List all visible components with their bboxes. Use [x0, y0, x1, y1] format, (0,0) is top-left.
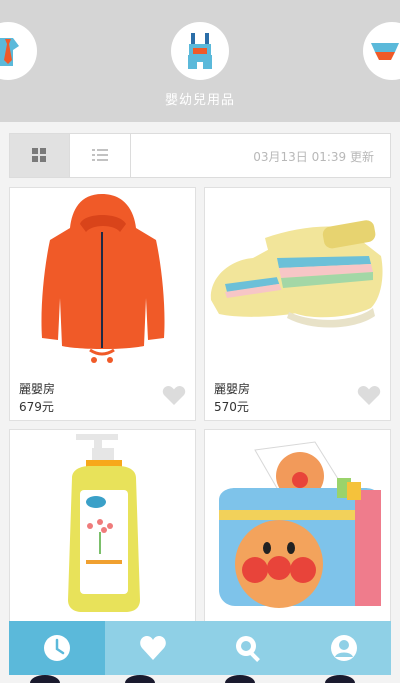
- category-header: 嬰幼兒用品: [0, 0, 400, 122]
- favorite-heart-icon[interactable]: [162, 386, 186, 406]
- category-baby-button[interactable]: [171, 22, 229, 80]
- search-icon: [236, 636, 260, 662]
- product-image-toy: [219, 441, 381, 608]
- peek-image: [325, 675, 355, 683]
- product-image-jacket: [41, 194, 165, 363]
- product-card[interactable]: 麗嬰房 570元: [204, 187, 391, 421]
- peek-image: [125, 675, 155, 683]
- user-icon: [330, 635, 357, 661]
- list-view-button[interactable]: [70, 134, 131, 177]
- nav-profile[interactable]: [296, 621, 392, 675]
- product-price: 679元: [19, 400, 54, 414]
- product-card[interactable]: [9, 429, 196, 629]
- nav-favorites[interactable]: [105, 621, 201, 675]
- overalls-icon: [188, 33, 212, 69]
- grid-view-icon: [32, 148, 46, 162]
- category-kitchen-button[interactable]: [363, 22, 400, 80]
- category-title: 嬰幼兒用品: [164, 93, 235, 108]
- app-screen: 嬰幼兒用品 03月13日 01:39 更新 麗嬰房 679元 麗嬰房 570元: [0, 0, 400, 683]
- update-timestamp: 03月13日 01:39 更新: [253, 150, 374, 164]
- product-card[interactable]: [204, 429, 391, 629]
- product-image-shampoo: [68, 434, 140, 612]
- product-card[interactable]: 麗嬰房 679元: [9, 187, 196, 421]
- list-view-icon: [92, 149, 108, 161]
- product-image-shoes: [210, 220, 383, 328]
- product-price: 570元: [214, 400, 249, 414]
- peek-image: [225, 675, 255, 683]
- category-shirt-button[interactable]: [0, 22, 37, 80]
- grid-view-button[interactable]: [10, 134, 70, 177]
- nav-search[interactable]: [200, 621, 296, 675]
- clock-icon: [44, 635, 70, 661]
- peek-image: [30, 675, 60, 683]
- view-toolbar: 03月13日 01:39 更新: [9, 133, 391, 178]
- product-seller: 麗嬰房: [214, 382, 251, 396]
- heart-icon: [139, 636, 166, 660]
- bowl-icon: [371, 43, 399, 60]
- nav-recent[interactable]: [9, 621, 105, 675]
- product-seller: 麗嬰房: [19, 382, 56, 396]
- favorite-heart-icon[interactable]: [357, 386, 381, 406]
- bottom-navigation: [9, 621, 391, 675]
- shirt-tie-icon: [0, 38, 19, 66]
